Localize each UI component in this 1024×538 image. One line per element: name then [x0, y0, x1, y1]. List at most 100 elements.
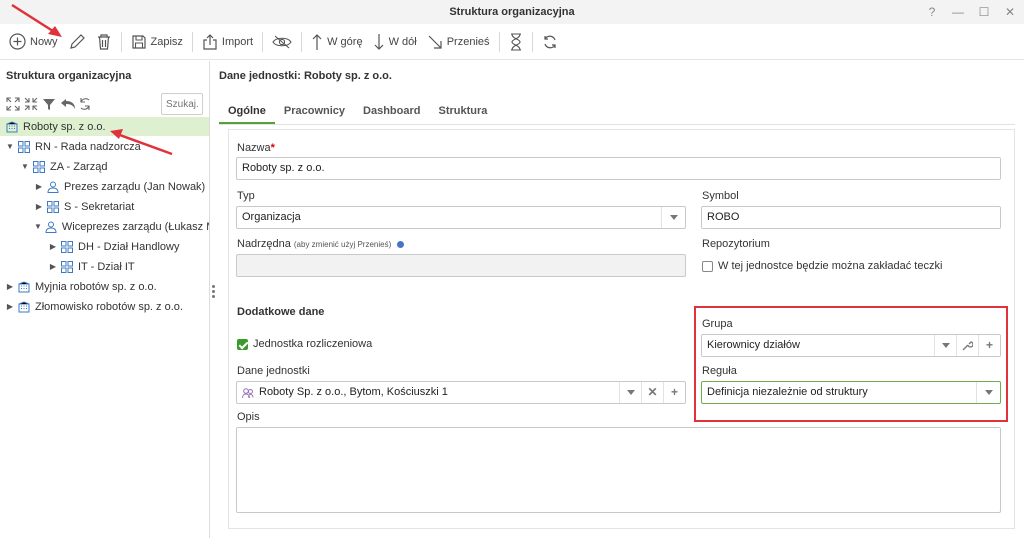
tree-item-myjnia[interactable]: ▶ Myjnia robotów sp. z o.o.	[0, 277, 209, 296]
org-unit-icon	[33, 160, 45, 173]
type-select[interactable]: Organizacja	[236, 206, 686, 229]
chevron-down-icon[interactable]	[661, 207, 685, 228]
panel-splitter-handle[interactable]	[212, 285, 216, 299]
additional-data-title: Dodatkowe dane	[237, 306, 325, 318]
expanded-caret-icon[interactable]: ▼	[5, 142, 15, 152]
tab-pracownicy[interactable]: Pracownicy	[275, 100, 354, 124]
toolbar-separator	[120, 31, 122, 52]
tree-item-zlomowisko[interactable]: ▶ Złomowisko robotów sp. z o.o.	[0, 297, 209, 316]
checkbox-checked-icon[interactable]	[237, 338, 248, 350]
help-button[interactable]: ?	[926, 0, 938, 24]
tree-item-prezes[interactable]: ▶ Prezes zarządu (Jan Nowak)	[0, 177, 209, 196]
type-select-value: Organizacja	[242, 211, 301, 223]
add-icon[interactable]: +	[663, 382, 685, 403]
name-field[interactable]: Roboty sp. z o.o.	[236, 157, 1001, 180]
move-up-button[interactable]: W górę	[306, 24, 367, 60]
org-unit-icon	[47, 200, 59, 213]
tree-item-label: RN - Rada nadzorcza	[35, 140, 141, 153]
repository-checkbox-label: W tej jednostce będzie można zakładać te…	[718, 260, 943, 272]
import-button-label: Import	[221, 35, 254, 48]
accounting-unit-checkbox[interactable]: Jednostka rozliczeniowa	[237, 338, 372, 350]
collapsed-caret-icon[interactable]: ▶	[34, 202, 44, 212]
required-marker: *	[270, 142, 275, 154]
floppy-disk-icon	[131, 34, 146, 49]
expand-all-icon[interactable]	[6, 97, 22, 111]
tabs-divider	[219, 124, 1015, 125]
parent-field	[236, 254, 686, 277]
refresh-button[interactable]	[537, 24, 563, 60]
minimize-button[interactable]: —	[952, 0, 964, 24]
collapsed-caret-icon[interactable]: ▶	[5, 302, 15, 312]
description-textarea[interactable]	[236, 427, 1001, 513]
symbol-label: Symbol	[702, 190, 739, 202]
clear-icon[interactable]: ✕	[641, 382, 663, 403]
tab-ogolne[interactable]: Ogólne	[219, 100, 275, 124]
unit-data-select[interactable]: Roboty Sp. z o.o., Bytom, Kościuszki 1 ✕…	[236, 381, 686, 404]
tab-struktura[interactable]: Struktura	[430, 100, 497, 124]
repository-checkbox[interactable]: W tej jednostce będzie można zakładać te…	[702, 260, 942, 272]
collapse-all-icon[interactable]	[24, 97, 40, 111]
structure-tree-panel: Struktura organizacyjna Roboty sp. z o.o…	[0, 61, 210, 538]
relocate-button-label: Przenieś	[446, 35, 490, 48]
hourglass-icon	[510, 32, 521, 51]
tree-item-label: Złomowisko robotów sp. z o.o.	[35, 300, 183, 313]
save-button[interactable]: Zapisz	[126, 24, 188, 60]
chevron-down-icon[interactable]	[619, 382, 641, 403]
collapsed-caret-icon[interactable]: ▶	[5, 282, 15, 292]
close-button[interactable]: ✕	[1004, 0, 1016, 24]
person-icon	[47, 181, 59, 193]
tree-item-label: ZA - Zarząd	[50, 160, 108, 173]
visibility-button[interactable]	[267, 24, 297, 60]
collapsed-caret-icon[interactable]: ▶	[48, 242, 58, 252]
tree-search-input[interactable]	[161, 93, 203, 115]
refresh-icon	[543, 35, 556, 48]
type-label: Typ	[237, 190, 255, 202]
import-button[interactable]: Import	[197, 24, 258, 60]
collapsed-caret-icon[interactable]: ▶	[34, 182, 44, 192]
maximize-button[interactable]: ☐	[978, 0, 990, 24]
expanded-caret-icon[interactable]: ▼	[34, 222, 42, 232]
tab-dashboard[interactable]: Dashboard	[354, 100, 429, 124]
unit-data-label: Dane jednostki	[237, 365, 310, 377]
checkbox-icon[interactable]	[702, 260, 713, 272]
toolbar-separator	[191, 31, 193, 52]
delete-button[interactable]	[91, 24, 117, 60]
tree-item-roboty[interactable]: Roboty sp. z o.o.	[0, 117, 209, 136]
org-unit-icon	[61, 260, 73, 273]
expanded-caret-icon[interactable]: ▼	[20, 162, 30, 172]
edit-button[interactable]	[63, 24, 91, 60]
plus-circle-icon	[9, 33, 26, 50]
refresh-tree-icon[interactable]	[78, 97, 94, 111]
undo-icon[interactable]	[60, 97, 76, 111]
new-button[interactable]: Nowy	[4, 24, 63, 60]
parent-label: Nadrzędna (aby zmienić użyj Przenieś)	[237, 238, 405, 250]
tree-item-label: Roboty sp. z o.o.	[23, 120, 106, 133]
symbol-field[interactable]: ROBO	[701, 206, 1001, 229]
arrow-down-icon	[374, 33, 384, 50]
eye-slash-icon	[272, 35, 292, 48]
info-icon[interactable]	[397, 240, 405, 248]
pencil-icon	[69, 33, 85, 49]
arrow-up-icon	[312, 33, 322, 50]
trash-icon	[97, 33, 110, 50]
hourglass-button[interactable]	[504, 24, 528, 60]
tree-item-sekretariat[interactable]: ▶ S - Sekretariat	[0, 197, 209, 216]
tree-item-it[interactable]: ▶ IT - Dział IT	[0, 257, 209, 276]
new-button-label: Nowy	[30, 35, 58, 48]
tree-item-dh[interactable]: ▶ DH - Dział Handlowy	[0, 237, 209, 256]
tree-item-label: Prezes zarządu (Jan Nowak)	[64, 180, 206, 193]
parent-note: (aby zmienić użyj Przenieś)	[293, 240, 392, 249]
collapsed-caret-icon[interactable]: ▶	[48, 262, 58, 272]
detail-tabs: Ogólne Pracownicy Dashboard Struktura	[219, 100, 496, 124]
tree-item-wiceprezes[interactable]: ▼ Wiceprezes zarządu (Łukasz Mą	[0, 217, 209, 236]
tree-item-za[interactable]: ▼ ZA - Zarząd	[0, 157, 209, 176]
relocate-button[interactable]: Przenieś	[422, 24, 495, 60]
move-down-button[interactable]: W dół	[368, 24, 422, 60]
filter-icon[interactable]	[42, 97, 58, 111]
toolbar-separator	[531, 31, 533, 52]
tree-item-label: DH - Dział Handlowy	[78, 240, 180, 253]
main-toolbar: Nowy Zapisz Import W górę W dół Przenieś	[0, 24, 1024, 60]
window-titlebar: Struktura organizacyjna ? — ☐ ✕	[0, 0, 1024, 24]
accounting-unit-label: Jednostka rozliczeniowa	[253, 338, 373, 350]
tree-item-rn[interactable]: ▼ RN - Rada nadzorcza	[0, 137, 209, 156]
